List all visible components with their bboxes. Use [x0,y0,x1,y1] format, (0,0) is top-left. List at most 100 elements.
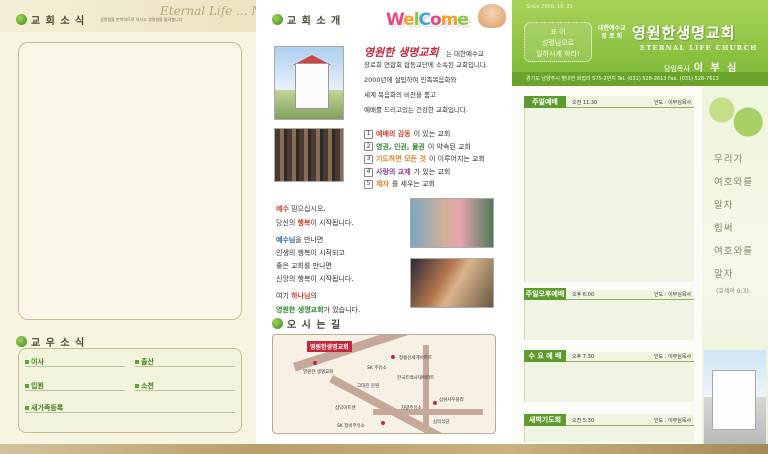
children-photo [410,198,494,248]
vision-item: 4 사랑의 교제 가 있는 교회 [364,166,485,179]
map-pin-icon [381,421,385,425]
directions-map: 영원한생명교회 정릉신세계아파트 한국트랙사대아파트 SK 주유소 고대진 문원… [272,334,496,434]
intro-first-line: 는 대한예수교 [446,50,484,58]
map-church-label: 영원한생명교회 [307,341,352,352]
church-news-title: 교 회 소 식 [16,12,85,27]
invitation-message: 예수 믿으십시오. 당신의 행복이 시작됩니다. 예수님을 만나면 인생의 행복… [276,202,360,317]
service-leader: 인도 : 이부심목사 [654,292,692,298]
verse-line: 여호와를 [714,246,753,257]
bottom-band [512,444,768,454]
vision-item: 3 기도하면 모든 것이 이루어지는 교회 [364,153,485,166]
service-line [566,425,694,426]
message-line: 인생의 행복이 시작되고 [276,249,345,257]
address-text: 경기도 남양주시 별내면 화접리 575-2번지 Tel. (031) 528-… [526,76,719,82]
bible-verse: 우리가 여호와를 알자 힘써 여호와를 알자 [714,148,764,286]
bottom-band [0,444,256,454]
verse-line: 우리가 [714,154,744,165]
message-line: 여기 하나님의 [276,291,317,300]
since-date: Since 2000. 10. 21 [526,4,573,10]
map-label: 삼원사우플라 [439,398,464,403]
field-line [25,412,235,413]
verse-line: 힘써 [714,223,734,234]
service-name: 수 요 예 배 [524,350,566,362]
service-leader: 인도 : 이부심목사 [654,100,692,106]
member-news-title: 교 우 소 식 [16,334,85,349]
message-line: 신앙의 행복이 시작됩니다. [276,275,354,283]
member-news-box: 이사 출산 입원 소천 새가족등록 [18,348,242,433]
praying-hands-icon [478,4,506,28]
denomination: 대한예수교 장 로 회 [598,25,626,40]
map-pin-icon [313,361,317,365]
church-body [712,370,756,430]
welcome-wordmark: WelCome [386,10,469,30]
vision-item: 1 예배의 감동 이 있는 교회 [364,128,485,141]
leaves-decoration [702,86,768,146]
leaf-icon [272,14,283,25]
map-road [293,335,410,372]
service-time: 오전 11:30 [572,100,598,106]
intro-line: 예배를 드리고있는 건강한 교회입니다. [364,106,468,114]
verse-reference: (호세아 6:3) [716,288,749,295]
bullet-icon [135,384,139,388]
field-line [25,390,125,391]
map-pin-icon [391,355,395,359]
church-english-name: ETERNAL LIFE CHURCH [640,44,758,52]
field-line [135,390,235,391]
message-line: 좋은 교회를 만나면 [276,262,332,270]
leaf-icon [16,14,27,25]
service-leader: 인도 : 이부심목사 [654,354,692,360]
service-leader: 인도 : 이부심목사 [654,418,692,424]
verse-line: 여호와를 [714,177,753,188]
service-line [566,299,694,300]
bullet-icon [25,360,29,364]
intro-line: 장로회 연합회 합동교단에 소속된 교회입니다. [364,61,488,69]
message-line: 영원한 생명교회가 있습니다. [276,305,361,314]
slogan-line: 표 어 [550,28,566,36]
service-time: 오후 6:00 [572,292,595,298]
service-line [566,107,694,108]
message-line: 예수 믿으십시오. [276,204,326,213]
slogan-line: 성령님으로 [541,39,575,47]
map-label: SK 정비주유소 [337,424,365,429]
service-time: 오전 5:30 [572,418,595,424]
message-line: 예수님을 만나면 [276,235,324,244]
map-label: 정릉신세계아파트 [399,356,433,361]
congregation-photo [274,128,344,182]
map-pin-icon [433,401,437,405]
service-time: 오후 7:30 [572,354,595,360]
vision-item: 2 영권, 인권, 물권 이 약속된 교회 [364,141,485,154]
bullet-icon [25,384,29,388]
service-name: 주일예배 [524,96,566,108]
map-label: 차량주유소 [401,406,422,411]
map-label: 고대진 문원 [357,384,380,389]
fellowship-photo [410,258,494,308]
map-label: 삼익아트렌 [335,406,356,411]
service-name: 새벽기도회 [524,414,566,426]
bottom-band [256,444,512,454]
vision-list: 1 예배의 감동 이 있는 교회 2 영권, 인권, 물권 이 약속된 교회 3 기도하면… [364,128,485,191]
leaf-icon [272,318,283,329]
intro-line: 2000년에 설립하여 민족복음화와 [364,76,457,84]
service-box [524,96,694,282]
slogan-line: 일하시게 하라! [536,50,580,58]
verse-line: 알자 [714,269,734,280]
directions-title: 오 시 는 길 [272,316,341,331]
church-title: 영원한생명교회 [632,24,736,42]
leaf-icon [16,336,27,347]
map-label: 영원한 생명교회 [303,370,334,375]
service-name: 주일오후예배 [524,288,566,300]
bullet-icon [135,360,139,364]
church-body [295,63,329,109]
church-news-box [18,42,242,320]
message-line: 당신의 행복이 시작됩니다. [276,218,354,227]
field-line [135,366,235,367]
map-label: SK 주유소 [367,366,387,371]
bullet-icon [25,406,29,410]
church-building-photo [274,46,344,120]
slogan-box: 표 어 성령님으로 일하시게 하라! [524,22,592,62]
intro-line: 세계 복음화의 비전을 품고 [364,91,436,99]
map-label: 삼익식당 [433,420,450,425]
vision-item: 5 제자 를 세우는 교회 [364,178,485,191]
field-line [25,366,125,367]
service-line [566,361,694,362]
